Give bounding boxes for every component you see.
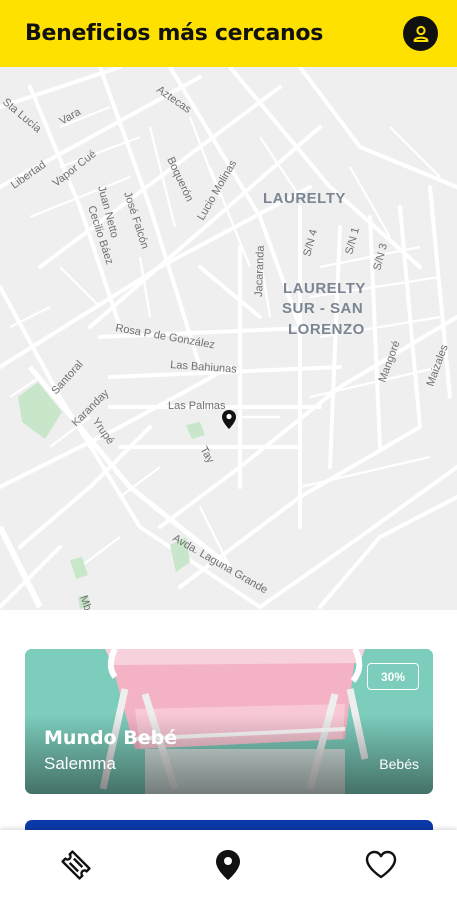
card-store: Salemma — [44, 754, 116, 773]
street-label: Jacaranda — [253, 244, 267, 297]
street-label: Libertad — [9, 159, 48, 192]
page-title: Beneficios más cercanos — [25, 21, 324, 46]
user-icon — [413, 25, 428, 42]
street-label: Santoral — [49, 359, 85, 397]
street-label: S/N 1 — [343, 226, 362, 256]
location-icon — [216, 850, 241, 880]
street-label: S/N 4 — [301, 228, 320, 258]
street-label: Lucio Molinas — [195, 158, 239, 223]
district-label: LAURELTY — [283, 280, 366, 297]
nav-benefits[interactable] — [41, 835, 111, 895]
map-pin-icon[interactable] — [222, 410, 236, 429]
street-label: Vara — [58, 106, 84, 128]
nav-favorites[interactable] — [346, 835, 416, 895]
street-label: Las Palmas — [168, 400, 226, 412]
map-view[interactable]: Aztecas Vara Sta Lucía Libertad Vapor Cu… — [0, 67, 457, 610]
benefit-card[interactable]: 30% Mundo Bebé Salemma Bebés — [25, 649, 433, 794]
user-profile-button[interactable] — [403, 16, 438, 51]
ticket-icon — [61, 850, 91, 880]
street-label: S/N 3 — [371, 242, 390, 272]
district-label: LORENZO — [288, 321, 365, 338]
district-label: LAURELTY — [263, 190, 346, 207]
card-title: Mundo Bebé — [44, 727, 178, 749]
district-label: SUR - SAN — [282, 300, 363, 317]
nav-location[interactable] — [193, 835, 263, 895]
map-canvas: Aztecas Vara Sta Lucía Libertad Vapor Cu… — [0, 67, 457, 610]
street-label: Mb — [77, 594, 94, 610]
discount-badge: 30% — [367, 663, 419, 690]
card-category: Bebés — [379, 756, 419, 772]
bottom-navigation — [0, 830, 457, 900]
heart-icon — [365, 850, 397, 879]
app-header: Beneficios más cercanos — [0, 0, 457, 67]
